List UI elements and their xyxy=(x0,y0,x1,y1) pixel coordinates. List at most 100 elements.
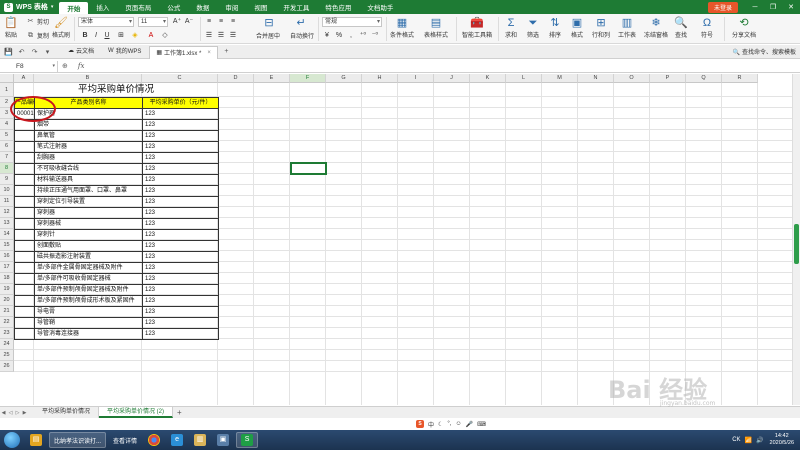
align-left-icon[interactable]: ☰ xyxy=(204,31,214,41)
worksheet-button[interactable]: ▥ 工作表 xyxy=(618,16,636,39)
row-header[interactable]: 23 xyxy=(0,328,14,339)
spreadsheet-grid[interactable]: A B C D E F G H I J K L M N O P Q R 1 2 3 4 5 6 7 8 9 10 11 12 13 14 15 1… xyxy=(0,74,792,405)
column-header[interactable]: C xyxy=(142,74,218,83)
moon-icon[interactable]: ☾ xyxy=(438,421,443,428)
column-header[interactable]: A xyxy=(14,74,34,83)
menu-tab-9[interactable]: 文档助手 xyxy=(359,0,401,14)
font-size-select[interactable]: 11 xyxy=(138,17,168,27)
font-name-select[interactable]: 宋体 xyxy=(78,17,134,27)
align-bottom-icon[interactable]: ≡ xyxy=(228,17,238,27)
column-header[interactable]: J xyxy=(434,74,470,83)
format-painter-button[interactable]: 🖌 格式刷 xyxy=(52,16,70,39)
row-header[interactable]: 25 xyxy=(0,350,14,361)
sheet-tab-1[interactable]: 平均采购单价情况 (2) xyxy=(99,407,174,418)
format-button[interactable]: ▣ 格式 xyxy=(570,16,584,39)
menu-tab-6[interactable]: 视图 xyxy=(246,0,275,14)
align-top-icon[interactable]: ≡ xyxy=(204,17,214,27)
percent-icon[interactable]: % xyxy=(334,31,344,41)
row-header[interactable]: 22 xyxy=(0,317,14,328)
row-header[interactable]: 11 xyxy=(0,196,14,207)
bold-icon[interactable]: B xyxy=(80,31,90,41)
close-icon[interactable]: × xyxy=(207,50,211,56)
number-format-select[interactable]: 常规 xyxy=(322,17,382,27)
smart-toolbox-button[interactable]: 🧰 智能工具箱 xyxy=(462,16,492,39)
doc-tab-2[interactable]: ▦ 工作簿1.xlsx * × xyxy=(149,45,218,59)
fx-icon[interactable]: fx xyxy=(78,62,85,70)
ime-indicator[interactable]: CK xyxy=(732,437,740,443)
row-header[interactable]: 26 xyxy=(0,361,14,372)
next-sheet-icon[interactable]: ▷ xyxy=(14,410,21,416)
column-header[interactable]: R xyxy=(722,74,758,83)
login-button[interactable]: 未登录 xyxy=(707,1,738,13)
code-cell[interactable] xyxy=(14,328,35,340)
row-header[interactable]: 24 xyxy=(0,339,14,350)
conditional-format-button[interactable]: ▦ 条件格式 xyxy=(390,16,414,39)
sort-button[interactable]: ⇅ 排序 xyxy=(548,16,562,39)
undo-icon[interactable]: ↶ xyxy=(17,48,26,56)
row-header[interactable]: 5 xyxy=(0,130,14,141)
name-box[interactable]: F8 xyxy=(0,60,58,72)
maximize-icon[interactable]: ❐ xyxy=(764,3,782,11)
doc-tab-1[interactable]: W 我的WPS xyxy=(102,45,147,57)
column-header[interactable]: I xyxy=(398,74,434,83)
app-menu[interactable]: S WPS 表格 ▾ xyxy=(0,0,59,14)
taskbar-item-1[interactable]: 查看详情 xyxy=(109,432,141,448)
prev-sheet-icon[interactable]: ◁ xyxy=(7,410,14,416)
italic-icon[interactable]: I xyxy=(91,31,101,41)
row-header[interactable]: 13 xyxy=(0,218,14,229)
column-header[interactable]: N xyxy=(578,74,614,83)
filter-button[interactable]: ⏷ 筛选 xyxy=(526,16,540,39)
row-header[interactable]: 7 xyxy=(0,152,14,163)
redo-icon[interactable]: ↷ xyxy=(30,48,39,56)
row-header[interactable]: 6 xyxy=(0,141,14,152)
formula-input[interactable] xyxy=(88,61,800,72)
column-header[interactable]: F xyxy=(290,74,326,83)
select-all-corner[interactable] xyxy=(0,74,14,83)
row-header[interactable]: 8 xyxy=(0,163,14,174)
vertical-scrollbar[interactable] xyxy=(792,74,800,405)
scrollbar-thumb[interactable] xyxy=(794,224,799,264)
wrap-text-button[interactable]: 自动换行 xyxy=(290,31,314,40)
menu-tab-8[interactable]: 特色应用 xyxy=(317,0,359,14)
sheet-title[interactable]: 平均采购单价情况 xyxy=(14,83,218,97)
first-sheet-icon[interactable]: ◀ xyxy=(0,410,7,416)
font-grow-icon[interactable]: A⁺ xyxy=(172,17,182,27)
freeze-button[interactable]: ❄ 冻结窗格 xyxy=(644,16,668,39)
font-color-icon[interactable]: A xyxy=(146,31,156,41)
taskbar-wps[interactable]: S xyxy=(236,432,259,448)
underline-icon[interactable]: U xyxy=(102,31,112,41)
align-center-icon[interactable]: ☰ xyxy=(216,31,226,41)
menu-tab-4[interactable]: 数据 xyxy=(188,0,217,14)
clear-format-icon[interactable]: ◇ xyxy=(160,31,170,41)
taskbar-explorer[interactable]: ▤ xyxy=(26,432,46,448)
column-header[interactable]: Q xyxy=(686,74,722,83)
copy-button[interactable]: ⧉ 复制 xyxy=(26,31,49,40)
active-cell-cursor[interactable] xyxy=(290,162,327,175)
minimize-icon[interactable]: ─ xyxy=(746,4,764,11)
column-header[interactable]: B xyxy=(34,74,142,83)
punctuation-icon[interactable]: °, xyxy=(447,421,451,427)
column-header[interactable]: D xyxy=(218,74,254,83)
column-header[interactable]: K xyxy=(470,74,506,83)
microphone-icon[interactable]: 🎤 xyxy=(466,421,473,428)
column-header[interactable]: H xyxy=(362,74,398,83)
paste-button[interactable]: 📋 粘贴 xyxy=(4,16,18,39)
row-header[interactable]: 20 xyxy=(0,295,14,306)
taskbar-app[interactable]: ▣ xyxy=(213,432,233,448)
ime-mode[interactable]: 中 xyxy=(428,420,434,429)
add-tab-icon[interactable]: + xyxy=(222,48,231,55)
taskbar-chrome[interactable] xyxy=(144,432,164,448)
network-icon[interactable]: 📶 xyxy=(745,437,752,444)
menu-tab-0[interactable]: 开始 xyxy=(59,2,89,14)
column-header[interactable]: M xyxy=(542,74,578,83)
column-header[interactable]: O xyxy=(614,74,650,83)
currency-icon[interactable]: ¥ xyxy=(322,31,332,41)
align-middle-icon[interactable]: ≡ xyxy=(216,17,226,27)
fill-color-icon[interactable]: ◈ xyxy=(130,31,140,41)
zoom-icon[interactable]: ⊕ xyxy=(62,62,68,70)
sum-button[interactable]: Σ 求和 xyxy=(504,16,518,39)
merge-icon-button[interactable]: ⊟ xyxy=(262,16,276,30)
menu-tab-7[interactable]: 开发工具 xyxy=(275,0,317,14)
row-col-button[interactable]: ⊞ 行和列 xyxy=(592,16,610,39)
taskbar-files[interactable]: ▥ xyxy=(190,432,210,448)
